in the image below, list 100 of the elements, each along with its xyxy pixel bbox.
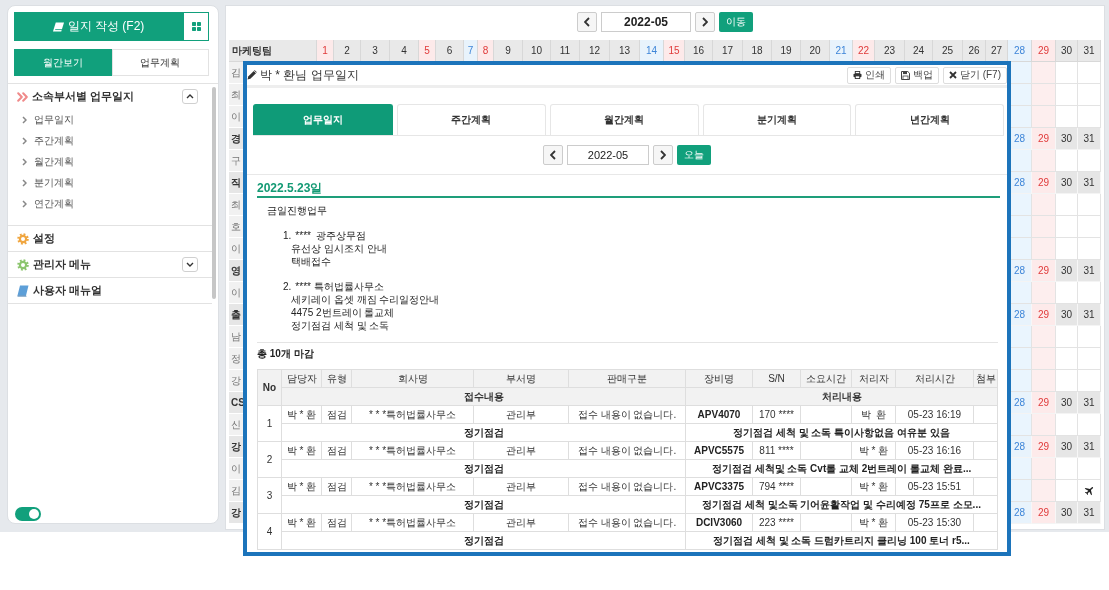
- table-cell: 박 * 환: [851, 441, 896, 460]
- menu-item[interactable]: 설정: [17, 231, 55, 246]
- chevron-left-icon: [550, 150, 556, 160]
- table-cell: APV4070: [685, 405, 753, 424]
- next-month-button[interactable]: [653, 145, 673, 165]
- day-header: 2: [334, 40, 361, 62]
- table-cell: 2: [257, 441, 282, 478]
- expand-button[interactable]: [182, 89, 198, 104]
- table-cell: 관리부: [473, 513, 569, 532]
- table-cell: 접수 내용이 없습니다.: [568, 405, 686, 424]
- month-field[interactable]: 2022-05: [567, 145, 649, 165]
- day-header: 10: [523, 40, 551, 62]
- chevron-right-icon: [22, 136, 27, 145]
- team-name: 직: [231, 175, 241, 190]
- table-cell: 박 * 환: [281, 513, 322, 532]
- day-header: 20: [801, 40, 830, 62]
- tab[interactable]: 년간계획: [855, 104, 1004, 135]
- day-header: 18: [743, 40, 772, 62]
- backup-button[interactable]: 백업: [894, 66, 939, 84]
- grid-icon: [191, 22, 201, 31]
- day-cell: 31: [1078, 260, 1101, 282]
- day-header: 6: [436, 40, 464, 62]
- list-number: 2.: [283, 280, 292, 293]
- day-cell: 31: [1078, 502, 1101, 524]
- chevron-down-icon: [186, 262, 194, 267]
- day-header: 27: [986, 40, 1008, 62]
- team-header: 마케팅팀: [232, 43, 272, 58]
- tab[interactable]: 업무일지: [253, 104, 393, 135]
- prev-month-button[interactable]: [543, 145, 563, 165]
- day-cell: 31: [1078, 172, 1101, 194]
- prev-month-button[interactable]: [577, 12, 597, 32]
- day-cell: 29: [1032, 172, 1056, 194]
- day-cell: 31: [1078, 392, 1101, 414]
- day-header: 3: [361, 40, 390, 62]
- menu-item[interactable]: 관리자 메뉴: [17, 257, 92, 272]
- day-header: 21: [830, 40, 853, 62]
- column-header: 판매구분: [568, 369, 686, 388]
- menu-item[interactable]: 소속부서별 업무일지: [17, 89, 135, 104]
- table-cell: * * *특허법률사무소: [351, 405, 474, 424]
- day-header: 5: [419, 40, 436, 62]
- member-name: 이: [231, 461, 241, 476]
- submenu-item[interactable]: 월간계획: [22, 151, 74, 172]
- table-cell: 점검: [321, 513, 352, 532]
- table-cell: 관리부: [473, 441, 569, 460]
- member-name: 이: [231, 241, 241, 256]
- day-cell: 29: [1032, 128, 1056, 150]
- day-header: 25: [933, 40, 963, 62]
- submenu-item[interactable]: 업무일지: [22, 109, 74, 130]
- team-name: 강: [231, 505, 241, 520]
- submenu-item[interactable]: 주간계획: [22, 130, 74, 151]
- day-header: 4: [390, 40, 419, 62]
- column-header: 소요시간: [800, 369, 852, 388]
- day-cell: 29: [1032, 436, 1056, 458]
- column-header: S/N: [752, 369, 801, 388]
- date-heading: 2022.5.23일: [257, 181, 323, 195]
- member-name: 신: [231, 417, 241, 432]
- team-name: 영: [231, 263, 241, 278]
- book-icon: [52, 21, 64, 32]
- table-cell: * * *특허법률사무소: [351, 441, 474, 460]
- day-cell: 30: [1056, 128, 1078, 150]
- team-name: 강: [231, 439, 241, 454]
- column-header: 장비명: [685, 369, 753, 388]
- month-field[interactable]: 2022-05: [601, 12, 691, 32]
- gear-icon: [17, 258, 29, 271]
- view-tab[interactable]: 업무계획: [111, 49, 209, 76]
- column-header: 처리시간: [895, 369, 974, 388]
- column-header: 회사명: [351, 369, 474, 388]
- submenu-item[interactable]: 분기계획: [22, 172, 74, 193]
- print-button[interactable]: 인쇄: [846, 66, 891, 84]
- member-name: 최: [231, 87, 241, 102]
- table-cell: 794 ****: [752, 477, 801, 496]
- table-cell: 정기점검: [281, 495, 686, 514]
- day-header: 1: [317, 40, 334, 62]
- scrollbar-thumb[interactable]: [212, 87, 216, 299]
- day-header: 16: [685, 40, 713, 62]
- close-button[interactable]: 닫기 (F7): [942, 66, 1007, 84]
- report-line: 택배접수: [291, 255, 331, 268]
- pencil-icon: [247, 70, 257, 80]
- tab[interactable]: 분기계획: [702, 104, 852, 135]
- member-name: 남: [231, 329, 241, 344]
- table-cell: 박 환: [851, 405, 896, 424]
- member-name: 강: [231, 373, 241, 388]
- table-cell: 접수 내용이 없습니다.: [568, 441, 686, 460]
- day-header: 29: [1032, 40, 1056, 62]
- grid-view-button[interactable]: [183, 12, 209, 41]
- tab[interactable]: 주간계획: [397, 104, 546, 135]
- table-cell: 4: [257, 513, 282, 550]
- chevron-right-icon: [22, 199, 27, 208]
- next-month-button[interactable]: [695, 12, 715, 32]
- menu-item[interactable]: 사용자 매뉴얼: [17, 283, 103, 298]
- tab[interactable]: 월간계획: [549, 104, 699, 135]
- toggle-switch[interactable]: [15, 507, 41, 521]
- table-cell: 접수 내용이 없습니다.: [568, 513, 686, 532]
- day-header: 28: [1008, 40, 1032, 62]
- submenu-item[interactable]: 연간계획: [22, 193, 74, 214]
- table-cell: 170 ****: [752, 405, 801, 424]
- report-line: 세키레이 옵셋 깨짐 수리일정안내: [291, 293, 440, 306]
- expand-button[interactable]: [182, 257, 198, 272]
- table-cell: 관리부: [473, 405, 569, 424]
- column-header: 담당자: [281, 369, 322, 388]
